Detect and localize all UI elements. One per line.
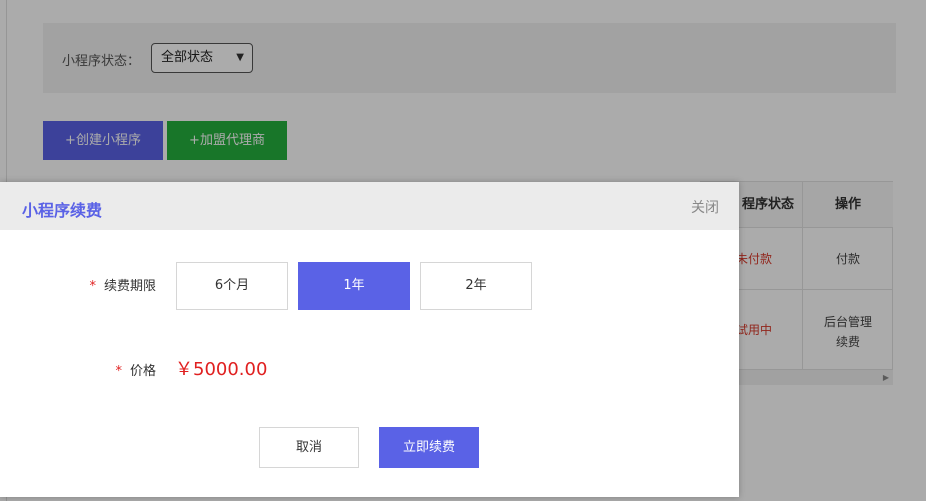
required-mark: * [89, 279, 96, 294]
price-value: ￥5000.00 [175, 359, 268, 380]
period-label: * 续费期限 [60, 275, 156, 294]
period-option-2-years[interactable]: 2年 [420, 262, 532, 310]
period-option-6-months[interactable]: 6个月 [176, 262, 288, 310]
required-mark: * [115, 364, 122, 379]
renew-now-button[interactable]: 立即续费 [379, 427, 479, 468]
price-label-text: 价格 [129, 364, 156, 379]
period-option-1-year[interactable]: 1年 [298, 262, 410, 310]
period-label-text: 续费期限 [103, 279, 156, 294]
price-label: * 价格 [60, 360, 156, 379]
renew-dialog: 小程序续费 关闭 * 续费期限 6个月 1年 2年 * 价格 ￥5000.00 取消… [0, 182, 739, 497]
dialog-title: 小程序续费 [22, 201, 103, 220]
close-button[interactable]: 关闭 [691, 197, 719, 217]
cancel-button[interactable]: 取消 [259, 427, 359, 468]
dialog-header: 小程序续费 关闭 [0, 182, 739, 230]
